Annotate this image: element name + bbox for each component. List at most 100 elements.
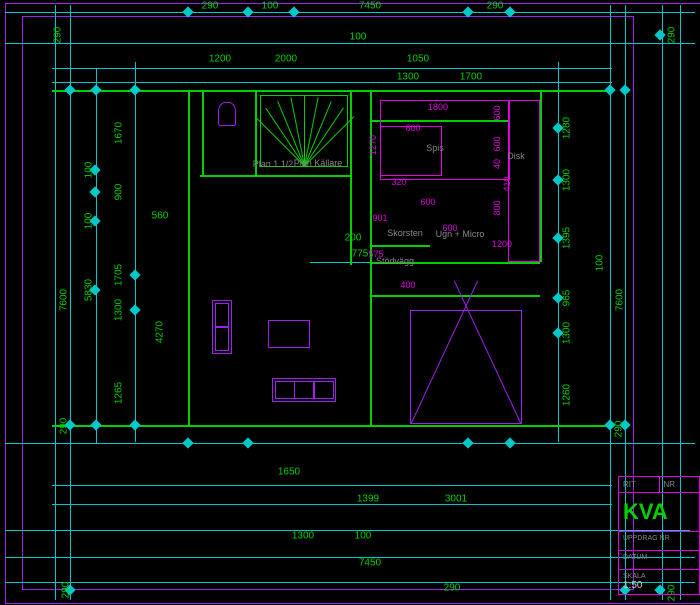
dimension: 1300 xyxy=(562,322,573,344)
dimension: 1200 xyxy=(209,54,231,65)
dimension: 1300 xyxy=(562,169,573,191)
dimension: 100 xyxy=(84,162,95,179)
dimension: 290 xyxy=(614,421,625,438)
dimension: 600 xyxy=(420,197,435,207)
dimension: 5830 xyxy=(84,279,95,301)
dimension: 320 xyxy=(391,177,406,187)
dimension: 100 xyxy=(262,1,279,12)
dimension: 900 xyxy=(114,184,125,201)
dimension: 3001 xyxy=(445,494,467,505)
dimension: 200 xyxy=(345,233,362,244)
dimension: 1300 xyxy=(292,531,314,542)
room-label: Plan 1 1/2 xyxy=(253,159,294,169)
titleblock-row: UPPDRAG NR xyxy=(619,531,699,550)
dim-line xyxy=(52,504,612,505)
dim-line xyxy=(96,68,97,443)
dimension: 290 xyxy=(444,583,461,594)
dimension: 560 xyxy=(152,211,169,222)
dimension: 1395 xyxy=(562,227,573,249)
dimension: 100 xyxy=(350,32,367,43)
room-label: Skorsten xyxy=(387,228,423,238)
room-label: Stödvägg xyxy=(376,256,414,266)
titleblock-col: RIT xyxy=(619,477,660,492)
stairs xyxy=(260,95,348,167)
dim-line xyxy=(5,443,695,444)
dimension: 1650 xyxy=(278,467,300,478)
furniture-table xyxy=(268,320,310,348)
title-block: RITNRKVAUPPDRAG NRDATUMSKALA1:50 xyxy=(618,476,700,595)
dimension: 40 xyxy=(492,159,502,169)
dimension: 1800 xyxy=(428,102,448,112)
dim-line xyxy=(5,43,695,44)
kitchen-unit xyxy=(508,100,540,262)
dimension: 410 xyxy=(502,176,512,191)
dimension: 7450 xyxy=(359,558,381,569)
room-label: Plan Källare xyxy=(294,158,343,168)
dimension: 100 xyxy=(84,213,95,230)
room-label: Spis xyxy=(426,143,444,153)
dimension: 600 xyxy=(405,123,420,133)
room-label: Ugn + Micro xyxy=(436,229,485,239)
titleblock-row: DATUM xyxy=(619,550,699,569)
dimension: 7600 xyxy=(59,289,70,311)
dimension: 7450 xyxy=(359,1,381,12)
dimension: 4270 xyxy=(155,321,166,343)
dimension: 290 xyxy=(202,1,219,12)
dimension: 600 xyxy=(492,136,502,151)
wall xyxy=(370,245,430,247)
dimension: 1260 xyxy=(562,384,573,406)
wall xyxy=(370,295,540,297)
dimension: 600 xyxy=(492,105,502,120)
wall xyxy=(202,90,204,175)
dim-line xyxy=(5,582,695,583)
dim-line xyxy=(5,557,695,558)
dimension: 1200 xyxy=(492,239,512,249)
dimension: 1705 xyxy=(114,264,125,286)
dimension: 1265 xyxy=(114,382,125,404)
dimension: 1399 xyxy=(357,494,379,505)
dim-line xyxy=(55,5,56,600)
dimension: 965 xyxy=(562,290,573,307)
project-title: KVA xyxy=(619,492,699,531)
dim-line xyxy=(5,12,695,13)
dimension: 775 xyxy=(352,249,369,260)
furniture-sofa xyxy=(272,378,336,402)
cad-floorplan-canvas: 290 100 7450 290 100 1200 2000 1050 1300 1700 560 2… xyxy=(0,0,700,605)
dimension: 400 xyxy=(400,280,415,290)
titleblock-col: NR xyxy=(660,477,700,492)
dimension: 1670 xyxy=(114,122,125,144)
furniture-seat xyxy=(212,300,232,354)
dim-line xyxy=(310,262,370,263)
wall xyxy=(540,90,542,262)
furniture-door xyxy=(410,310,522,424)
dimension: 290 xyxy=(61,582,72,599)
dimension: 100 xyxy=(355,531,372,542)
dim-line xyxy=(558,62,559,442)
furniture-wc xyxy=(218,102,236,126)
titleblock-row: SKALA1:50 xyxy=(619,569,699,594)
wall xyxy=(200,175,350,177)
wall xyxy=(188,90,190,425)
dimension: 1280 xyxy=(562,117,573,139)
dimension: 1270 xyxy=(368,135,378,155)
dimension: 800 xyxy=(492,200,502,215)
dimension: 7600 xyxy=(615,289,626,311)
dimension: 290 xyxy=(53,27,64,44)
dimension: 901 xyxy=(372,213,387,223)
dimension: 1300 xyxy=(397,72,419,83)
dimension: 100 xyxy=(595,255,606,272)
dimension: 290 xyxy=(59,418,70,435)
dim-line xyxy=(52,68,612,69)
dimension: 1050 xyxy=(407,54,429,65)
dimension: 290 xyxy=(667,27,678,44)
dim-line xyxy=(52,485,612,486)
dim-line xyxy=(5,530,690,531)
room-label: Disk xyxy=(507,151,525,161)
wall xyxy=(370,262,372,425)
dimension: 1700 xyxy=(460,72,482,83)
dim-line xyxy=(52,82,612,83)
dim-line xyxy=(135,62,136,442)
dimension: 290 xyxy=(487,1,504,12)
dimension: 1300 xyxy=(114,299,125,321)
dimension: 2000 xyxy=(275,54,297,65)
